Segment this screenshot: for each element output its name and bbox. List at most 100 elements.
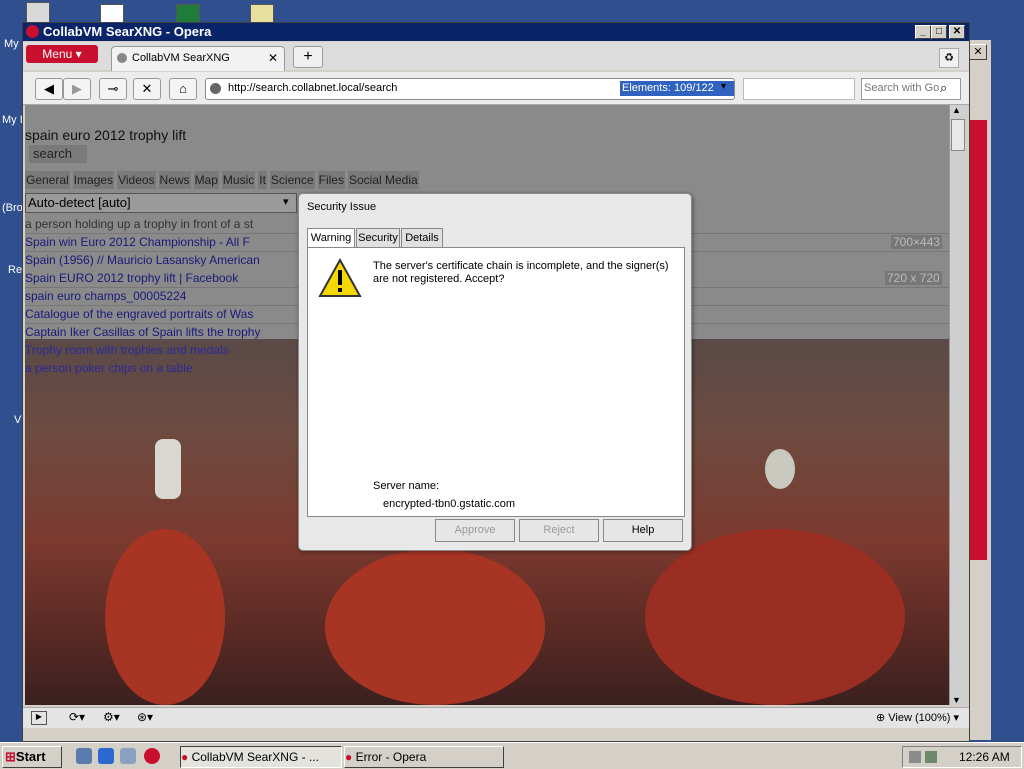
category-tab[interactable]: Videos — [117, 171, 156, 189]
taskbar-task-error[interactable]: ● Error - Opera — [344, 746, 504, 768]
quicklaunch-icon[interactable] — [76, 748, 92, 764]
desktop-label: My I — [2, 114, 23, 126]
trash-icon[interactable]: ♻ — [939, 48, 959, 68]
search-button[interactable]: search — [29, 145, 87, 163]
ie-icon[interactable] — [98, 748, 114, 764]
desktop-icon-monitor[interactable] — [26, 2, 50, 24]
close-button[interactable]: ✕ — [949, 25, 965, 39]
tab-warning[interactable]: Warning — [307, 228, 355, 248]
toolbar-blank-field[interactable] — [743, 78, 855, 100]
unite-icon[interactable]: ⊛▾ — [137, 710, 153, 724]
address-url: http://search.collabnet.local/search — [228, 82, 398, 94]
desktop-label: My — [4, 38, 19, 50]
image-dimensions: 700×443 — [891, 235, 943, 249]
category-tab[interactable]: Music — [221, 171, 256, 189]
player-figure — [325, 549, 545, 705]
taskbar-task-collabvm[interactable]: ● CollabVM SearXNG - ... — [180, 746, 342, 768]
result-link[interactable]: Captain Iker Casillas of Spain lifts the… — [25, 325, 260, 339]
category-tab[interactable]: It — [258, 171, 267, 189]
windows-logo-icon: ⊞ — [5, 749, 16, 764]
tab-details[interactable]: Details — [401, 228, 443, 247]
navigation-toolbar: ◀ ▶ ⊸ ✕ ⌂ http://search.collabnet.local/… — [23, 72, 969, 105]
scroll-down-icon[interactable]: ▼ — [952, 695, 961, 705]
close-icon[interactable]: ✕ — [969, 44, 987, 60]
result-link[interactable]: Spain win Euro 2012 Championship - All F — [25, 235, 250, 249]
maximize-button[interactable]: □ — [931, 25, 947, 39]
globe-icon — [117, 53, 127, 63]
search-icon[interactable]: ⌕ — [940, 80, 947, 96]
status-bar: ▶ ⟳▾ ⚙▾ ⊛▾ ⊕ View (100%) ▾ — [23, 707, 969, 728]
quicklaunch-icon[interactable] — [120, 748, 136, 764]
tab-bar: Menu ▾ CollabVM SearXNG ✕ + ♻ — [23, 42, 969, 71]
result-link[interactable]: Spain EURO 2012 trophy lift | Facebook — [25, 271, 238, 285]
warning-icon — [318, 258, 362, 297]
tab-security[interactable]: Security — [356, 228, 400, 247]
forward-button[interactable]: ▶ — [63, 78, 91, 100]
result-link[interactable]: a person poker chips on a table — [25, 361, 192, 375]
category-tab[interactable]: News — [158, 171, 191, 189]
opera-icon[interactable] — [144, 748, 160, 764]
home-button[interactable]: ⌂ — [169, 78, 197, 100]
system-tray: 12:26 AM — [902, 746, 1022, 768]
elements-counter: Elements: 109/122 — [620, 81, 734, 96]
back-button[interactable]: ◀ — [35, 78, 63, 100]
minimize-button[interactable]: _ — [915, 25, 931, 39]
category-tab[interactable]: Files — [317, 171, 345, 189]
reject-button[interactable]: Reject — [519, 519, 599, 542]
tab-close-icon[interactable]: ✕ — [268, 51, 278, 65]
panel-toggle-icon[interactable]: ▶ — [31, 711, 47, 725]
warning-panel: The server's certificate chain is incomp… — [307, 247, 685, 517]
title-bar[interactable]: CollabVM SearXNG - Opera _ □ ✕ — [23, 23, 969, 41]
result-link[interactable]: Catalogue of the engraved portraits of W… — [25, 307, 253, 321]
key-icon[interactable]: ⊸ — [99, 78, 127, 100]
window-title: CollabVM SearXNG - Opera — [43, 24, 212, 39]
warning-message: The server's certificate chain is incomp… — [373, 260, 669, 285]
player-figure — [645, 529, 905, 705]
opera-menu-button[interactable]: Menu ▾ — [26, 45, 98, 63]
server-host: encrypted-tbn0.gstatic.com — [383, 498, 516, 510]
category-tab[interactable]: Images — [72, 171, 115, 189]
tab-collabvm-searxng[interactable]: CollabVM SearXNG ✕ — [111, 46, 285, 71]
approve-button[interactable]: Approve — [435, 519, 515, 542]
result-link[interactable]: Spain (1956) // Mauricio Lasansky Americ… — [25, 253, 260, 267]
help-button[interactable]: Help — [603, 519, 683, 542]
network-icon[interactable] — [925, 751, 937, 763]
query-text: spain euro 2012 trophy lift — [25, 127, 187, 143]
desktop-label: Re — [8, 264, 23, 276]
opera-icon: ● — [181, 750, 192, 764]
security-dialog[interactable]: Security Issue Warning Security Details … — [298, 193, 692, 551]
language-select[interactable]: Auto-detect [auto] — [25, 193, 297, 213]
result-link[interactable]: Trophy room with trophies and medals — [25, 343, 229, 357]
server-name-label: Server name: — [373, 480, 440, 492]
background-page-strip — [969, 120, 987, 560]
vertical-scrollbar[interactable]: ▲ ▼ — [949, 105, 966, 705]
globe-icon — [210, 83, 221, 94]
taskbar: ⊞Start ● CollabVM SearXNG - ... ● Error … — [0, 742, 1024, 769]
category-tab[interactable]: Science — [269, 171, 315, 189]
tab-label: CollabVM SearXNG — [132, 52, 230, 64]
trophy-figure — [765, 449, 795, 489]
category-tab[interactable]: General — [25, 171, 70, 189]
dialog-title: Security Issue — [307, 201, 377, 213]
category-tab[interactable]: Map — [193, 171, 219, 189]
new-tab-button[interactable]: + — [293, 46, 323, 68]
category-tabs: General Images Videos News Map Music It Science… — [25, 171, 422, 189]
turbo-icon[interactable]: ⚙▾ — [103, 710, 120, 724]
scroll-thumb[interactable] — [951, 119, 965, 151]
result-link[interactable]: spain euro champs_00005224 — [25, 289, 186, 303]
start-button[interactable]: ⊞Start — [2, 746, 62, 768]
chevron-down-icon[interactable]: ▾ — [283, 195, 289, 208]
zoom-indicator[interactable]: ⊕ View (100%) ▾ — [876, 711, 959, 724]
chevron-down-icon[interactable]: ▾ — [721, 81, 726, 92]
player-figure — [105, 529, 225, 705]
reload-icon[interactable]: ⟳▾ — [69, 710, 85, 724]
clock[interactable]: 12:26 AM — [959, 747, 1010, 767]
category-tab[interactable]: Social Media — [347, 171, 419, 189]
opera-icon: ● — [345, 750, 356, 764]
image-dimensions: 720 x 720 — [885, 271, 942, 285]
scroll-up-icon[interactable]: ▲ — [952, 105, 961, 115]
tray-icon[interactable] — [909, 751, 921, 763]
result-link[interactable]: a person holding up a trophy in front of… — [25, 217, 253, 231]
opera-logo-icon — [26, 25, 39, 38]
stop-button[interactable]: ✕ — [133, 78, 161, 100]
